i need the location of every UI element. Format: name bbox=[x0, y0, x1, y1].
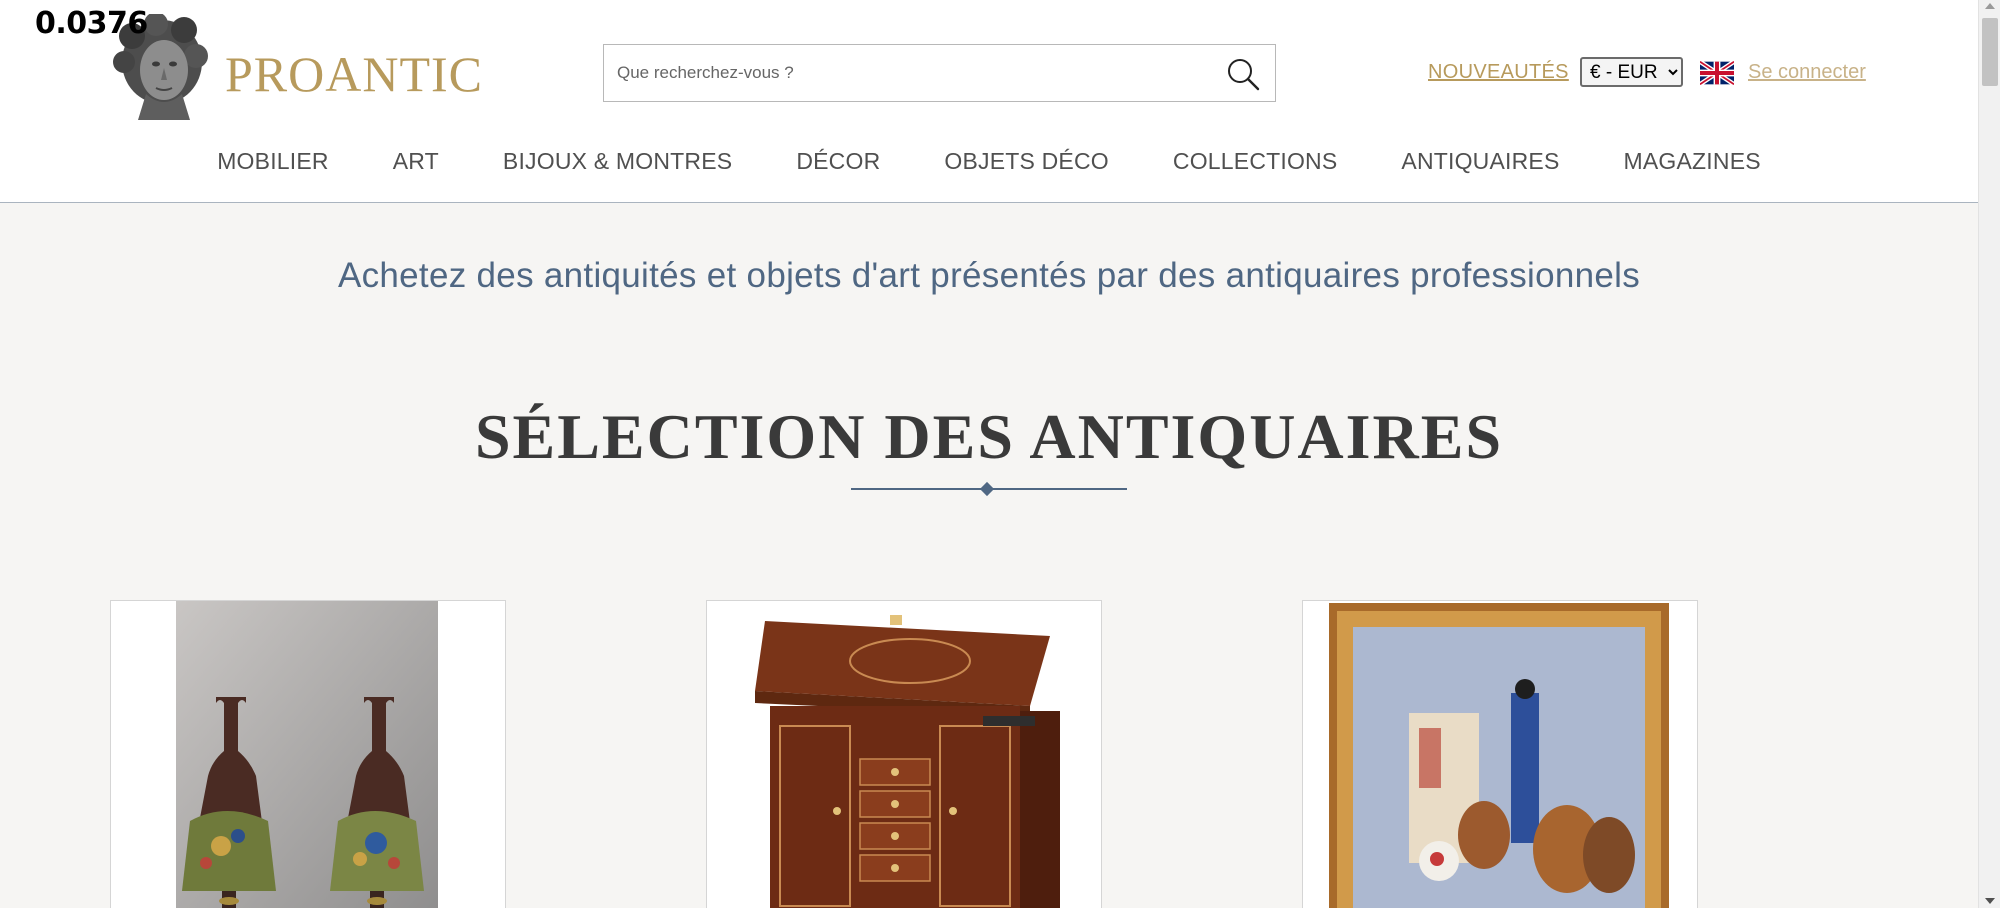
search-icon[interactable] bbox=[1225, 56, 1261, 92]
currency-select[interactable]: € - EUR bbox=[1580, 57, 1683, 87]
nav-item-collections[interactable]: COLLECTIONS bbox=[1173, 148, 1338, 175]
title-divider-diamond bbox=[979, 481, 995, 497]
search-box bbox=[603, 44, 1276, 102]
scroll-thumb[interactable] bbox=[1982, 18, 1998, 86]
site-header: PROANTIC NOUVEAUTÉS € - EUR Se connecter… bbox=[0, 0, 1978, 203]
section-title: SÉLECTION DES ANTIQUAIRES bbox=[474, 401, 1504, 472]
product-card-desk[interactable] bbox=[706, 600, 1102, 908]
main-nav: MOBILIER ART BIJOUX & MONTRES DÉCOR OBJE… bbox=[0, 148, 1978, 175]
nav-item-mobilier[interactable]: MOBILIER bbox=[217, 148, 329, 175]
nav-item-bijoux-montres[interactable]: BIJOUX & MONTRES bbox=[503, 148, 732, 175]
search-input[interactable] bbox=[604, 45, 1204, 101]
nav-item-art[interactable]: ART bbox=[393, 148, 439, 175]
login-link[interactable]: Se connecter bbox=[1748, 61, 1866, 84]
product-card-painting[interactable] bbox=[1302, 600, 1698, 908]
product-image-vases bbox=[176, 601, 438, 908]
scroll-down-arrow-icon[interactable] bbox=[1985, 898, 1995, 904]
nav-item-objets-deco[interactable]: OBJETS DÉCO bbox=[944, 148, 1109, 175]
nav-item-decor[interactable]: DÉCOR bbox=[796, 148, 880, 175]
page-scrollbar[interactable] bbox=[1978, 0, 2000, 908]
page-tagline: Achetez des antiquités et objets d'art p… bbox=[337, 256, 1641, 295]
uk-flag-icon[interactable] bbox=[1700, 61, 1734, 85]
brand-name: PROANTIC bbox=[225, 46, 484, 102]
corner-value-readout: 0.0376 bbox=[35, 6, 148, 41]
product-image-painting bbox=[1329, 603, 1669, 908]
nav-item-magazines[interactable]: MAGAZINES bbox=[1624, 148, 1761, 175]
nav-item-antiquaires[interactable]: ANTIQUAIRES bbox=[1401, 148, 1559, 175]
scroll-up-arrow-icon[interactable] bbox=[1985, 3, 1995, 9]
product-image-desk bbox=[755, 615, 1060, 908]
new-arrivals-link[interactable]: NOUVEAUTÉS bbox=[1428, 61, 1569, 84]
product-card-vases[interactable] bbox=[110, 600, 506, 908]
